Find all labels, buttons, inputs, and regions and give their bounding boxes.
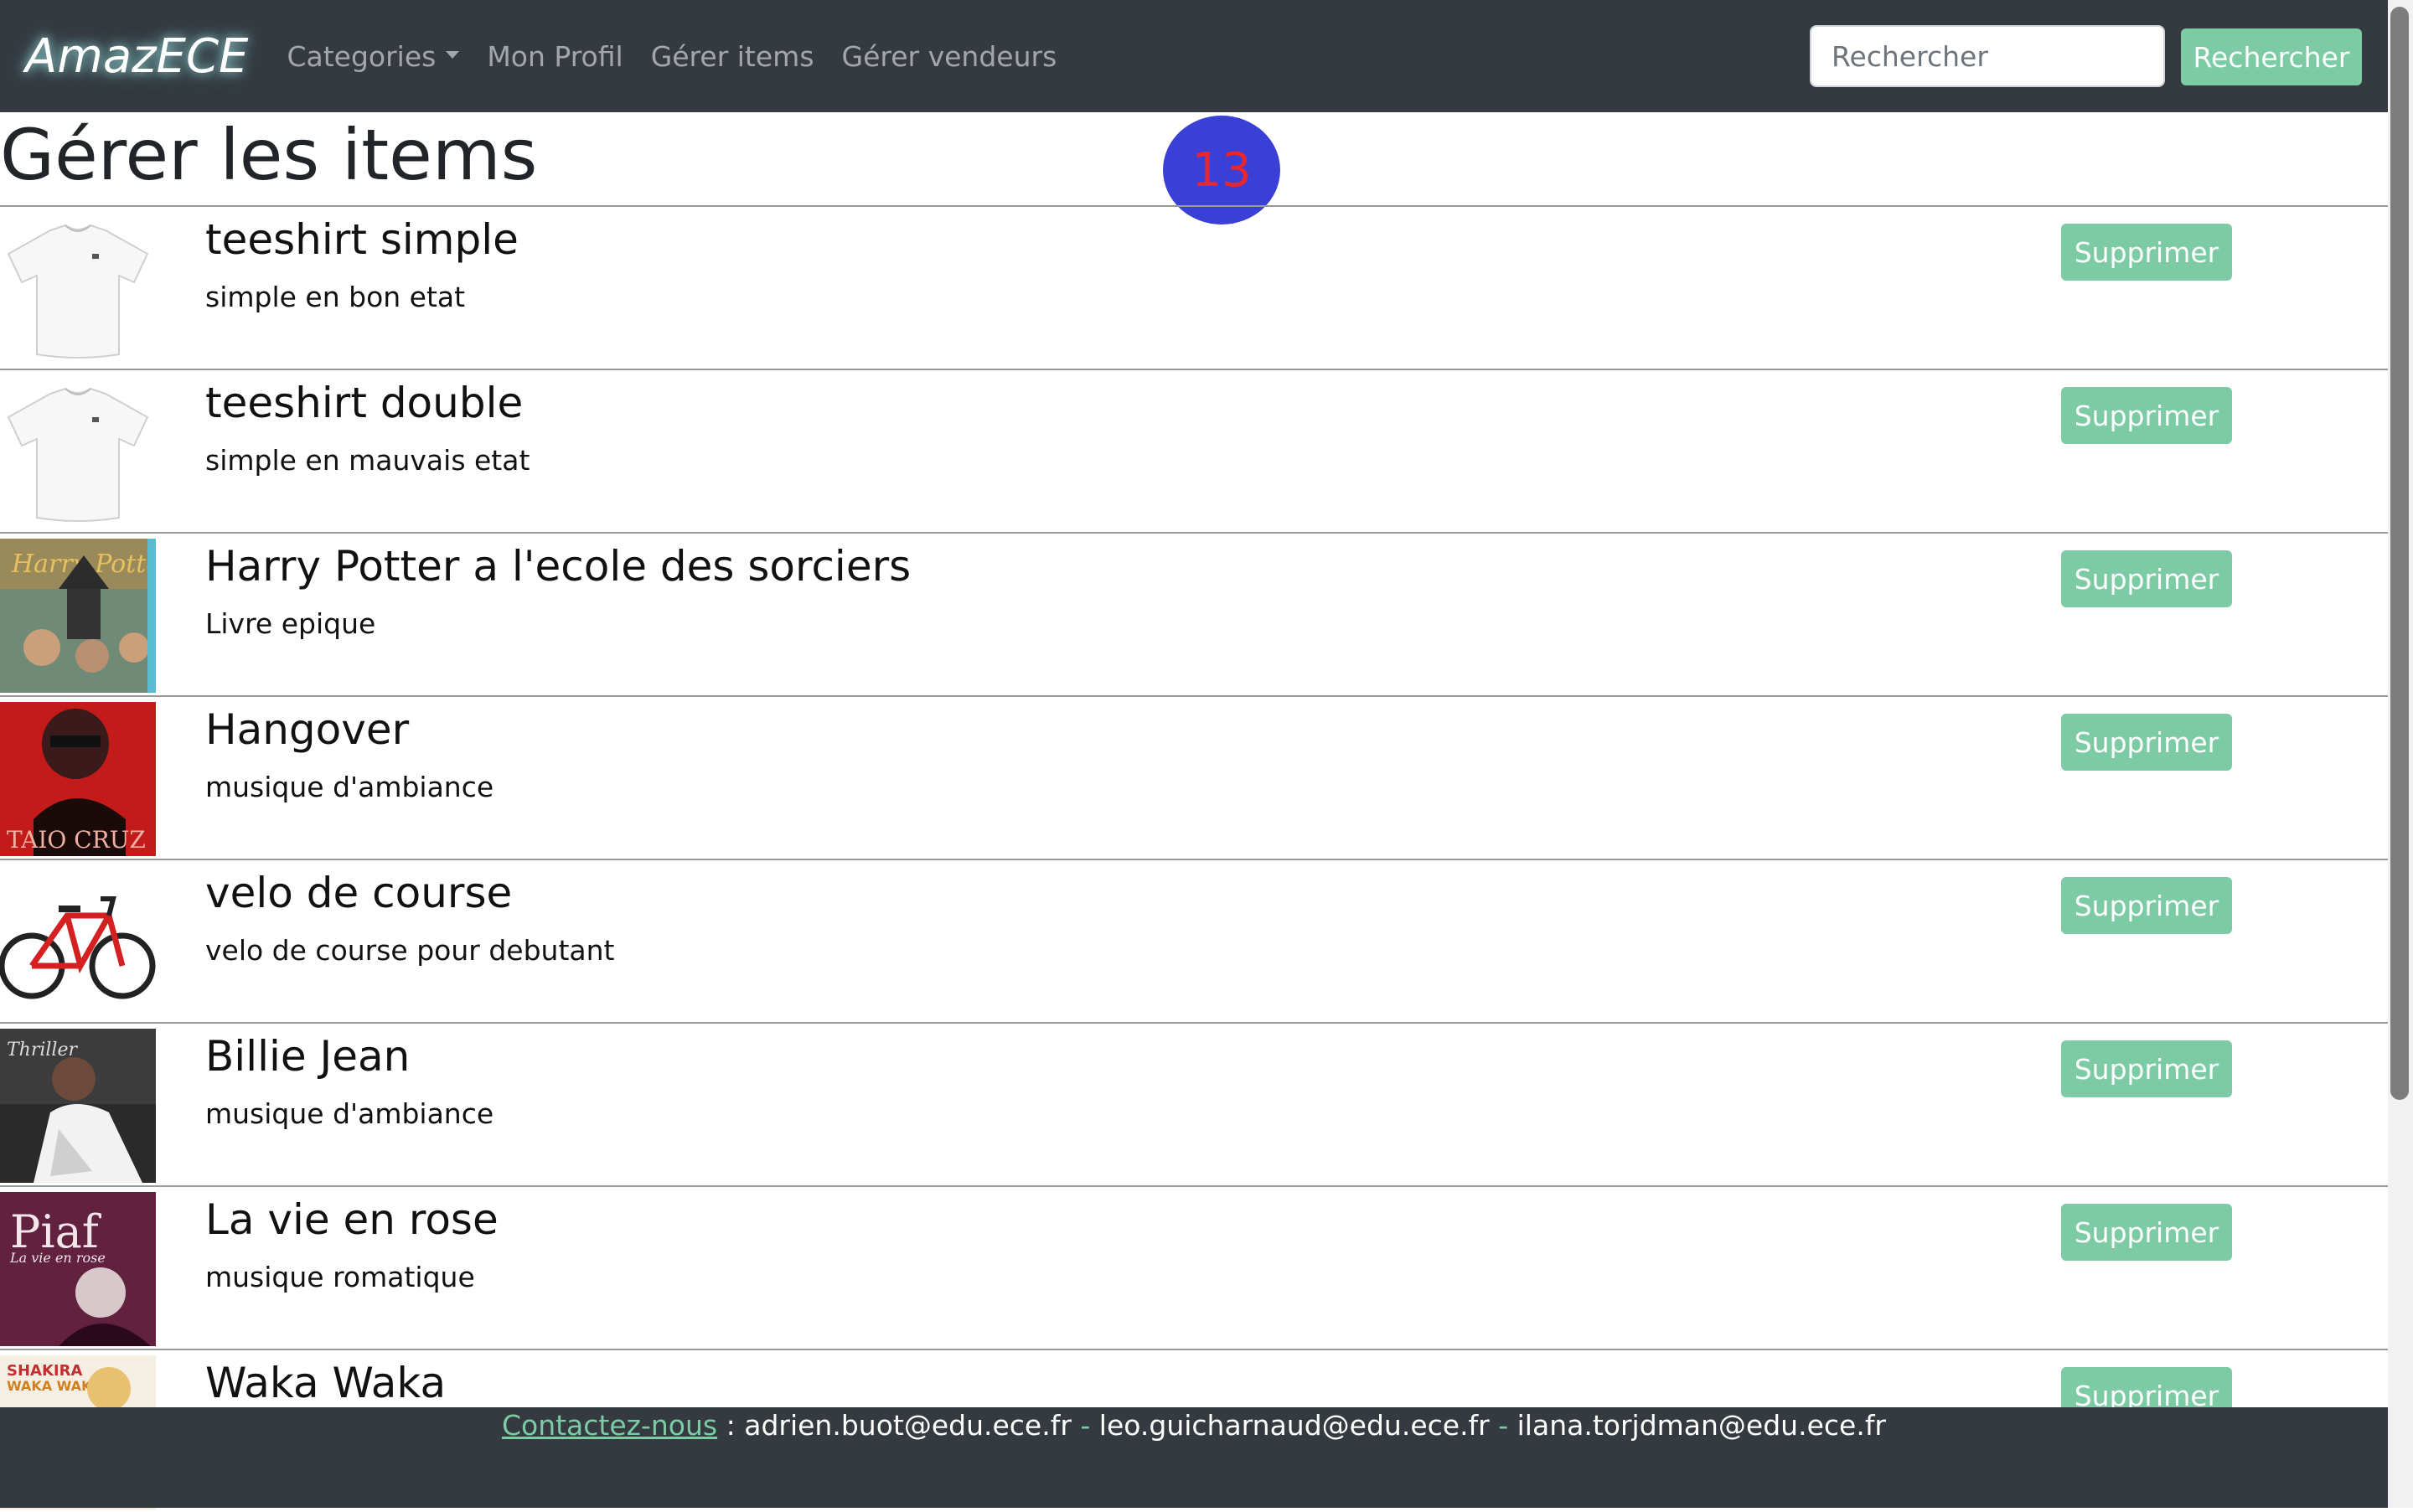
list-item: teeshirt double simple en mauvais etat S… — [0, 369, 2388, 532]
item-description: Livre epique — [205, 607, 376, 640]
delete-button[interactable]: Supprimer — [2061, 224, 2232, 281]
delete-button[interactable]: Supprimer — [2061, 714, 2232, 771]
nav-gerer-items[interactable]: Gérer items — [651, 40, 814, 73]
footer-separator: - — [1071, 1409, 1099, 1442]
svg-text:La vie en rose: La vie en rose — [9, 1250, 106, 1266]
search-button[interactable]: Rechercher — [2181, 28, 2362, 85]
item-description: simple en mauvais etat — [205, 444, 530, 477]
contact-link[interactable]: Contactez-nous — [502, 1409, 717, 1442]
item-thumbnail — [0, 865, 156, 1019]
item-name: La vie en rose — [205, 1195, 499, 1244]
page-footer: Contactez-nous : adrien.buot@edu.ece.fr … — [0, 1407, 2388, 1508]
svg-text:Thriller: Thriller — [7, 1040, 78, 1060]
item-description: velo de course pour debutant — [205, 934, 615, 967]
scrollbar-thumb[interactable] — [2390, 7, 2409, 1100]
nav-links: Categories Mon Profil Gérer items Gérer … — [287, 40, 1084, 73]
item-description: musique d'ambiance — [205, 771, 494, 803]
list-item: Piaf La vie en rose La vie en rose musiq… — [0, 1185, 2388, 1349]
list-item: Harry Potter Harry Potter a l'ecole des … — [0, 532, 2388, 695]
item-thumbnail: TAIO CRUZ — [0, 702, 156, 856]
list-item: TAIO CRUZ Hangover musique d'ambiance Su… — [0, 695, 2388, 859]
item-name: Waka Waka — [205, 1359, 447, 1407]
page-title: Gérer les items — [0, 114, 538, 196]
item-thumbnail — [0, 375, 156, 529]
item-thumbnail: Piaf La vie en rose — [0, 1192, 156, 1346]
delete-button[interactable]: Supprimer — [2061, 877, 2232, 934]
footer-email: ilana.torjdman@edu.ece.fr — [1517, 1409, 1887, 1442]
delete-button[interactable]: Supprimer — [2061, 550, 2232, 607]
footer-email: adrien.buot@edu.ece.fr — [744, 1409, 1072, 1442]
delete-button[interactable]: Supprimer — [2061, 1040, 2232, 1097]
nav-categories-label: Categories — [287, 39, 437, 73]
item-name: Harry Potter a l'ecole des sorciers — [205, 542, 912, 591]
nav-mon-profil[interactable]: Mon Profil — [487, 40, 623, 73]
item-name: teeshirt simple — [205, 215, 519, 264]
item-name: Billie Jean — [205, 1032, 411, 1081]
svg-text:TAIO CRUZ: TAIO CRUZ — [7, 826, 146, 854]
item-name: velo de course — [205, 869, 513, 917]
brand-logo[interactable]: AmazECE — [25, 29, 248, 84]
list-item: velo de course velo de course pour debut… — [0, 859, 2388, 1022]
item-description: musique romatique — [205, 1261, 475, 1293]
search-input[interactable] — [1810, 25, 2165, 87]
footer-separator: - — [1489, 1409, 1517, 1442]
item-thumbnail: Harry Potter — [0, 539, 156, 693]
nav-categories-dropdown[interactable]: Categories — [287, 39, 460, 73]
item-name: teeshirt double — [205, 379, 524, 427]
delete-button[interactable]: Supprimer — [2061, 387, 2232, 444]
svg-text:SHAKIRA: SHAKIRA — [7, 1362, 82, 1380]
delete-button[interactable]: Supprimer — [2061, 1204, 2232, 1261]
nav-gerer-vendeurs[interactable]: Gérer vendeurs — [842, 40, 1057, 73]
item-description: simple en bon etat — [205, 281, 466, 313]
list-item: teeshirt simple simple en bon etat Suppr… — [0, 205, 2388, 369]
list-item: Thriller Billie Jean musique d'ambiance … — [0, 1022, 2388, 1185]
item-name: Hangover — [205, 705, 410, 754]
item-description: musique d'ambiance — [205, 1097, 494, 1130]
item-thumbnail — [0, 212, 156, 366]
footer-colon: : — [717, 1409, 745, 1442]
footer-email: leo.guicharnaud@edu.ece.fr — [1098, 1409, 1490, 1442]
items-list: teeshirt simple simple en bon etat Suppr… — [0, 205, 2388, 1512]
top-navbar: AmazECE Categories Mon Profil Gérer item… — [0, 0, 2388, 112]
item-thumbnail: Thriller — [0, 1029, 156, 1183]
caret-down-icon — [446, 50, 460, 59]
